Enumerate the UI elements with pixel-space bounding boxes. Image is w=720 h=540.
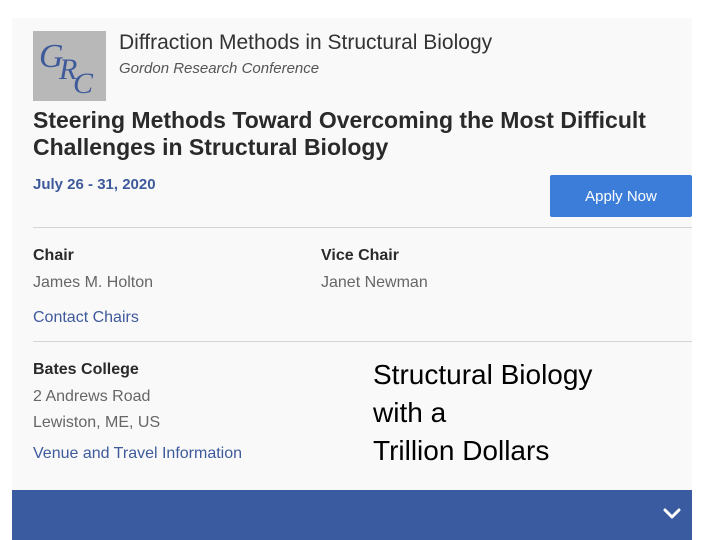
conference-dates: July 26 - 31, 2020 <box>33 176 156 193</box>
venue-address-line1: 2 Andrews Road <box>33 388 151 405</box>
grc-logo: G R C <box>33 31 106 101</box>
venue-travel-info-link[interactable]: Venue and Travel Information <box>33 445 242 463</box>
overlay-caption: Structural Biology with a Trillion Dolla… <box>373 359 593 466</box>
chair-name: James M. Holton <box>33 274 154 291</box>
divider <box>33 227 692 228</box>
conference-name: Diffraction Methods in Structural Biolog… <box>119 31 493 54</box>
divider <box>33 341 692 342</box>
contact-chairs-link[interactable]: Contact Chairs <box>33 309 139 327</box>
vice-chair-name: Janet Newman <box>321 274 428 291</box>
svg-text:C: C <box>73 67 94 100</box>
venue-name: Bates College <box>33 361 139 378</box>
organizer-name: Gordon Research Conference <box>119 60 320 77</box>
conference-headline: Steering Methods Toward Overcoming the M… <box>33 107 646 160</box>
chevron-down-icon <box>663 508 681 519</box>
chair-label: Chair <box>33 247 74 264</box>
vice-chair-label: Vice Chair <box>321 247 399 264</box>
apply-now-button[interactable]: Apply Now <box>550 175 692 217</box>
expand-button[interactable] <box>660 502 684 526</box>
venue-address-line2: Lewiston, ME, US <box>33 414 161 431</box>
footer-bar <box>12 490 692 540</box>
